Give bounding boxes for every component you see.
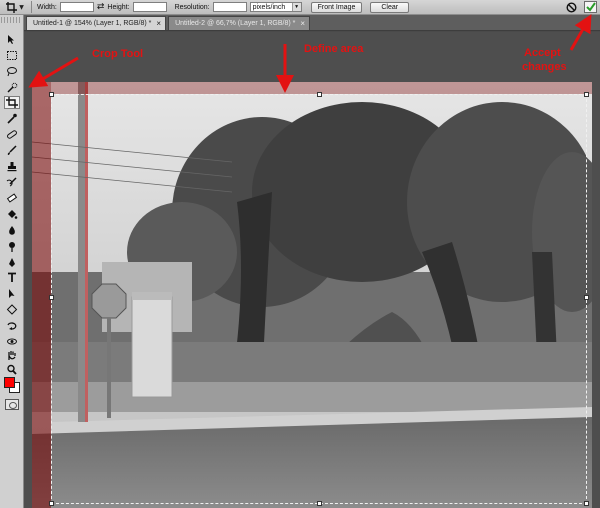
annotation-define-area: Define area xyxy=(304,43,364,55)
path-selection-tool[interactable] xyxy=(4,287,20,300)
commit-check-icon xyxy=(585,2,596,12)
crop-handle-bottom[interactable] xyxy=(317,501,322,506)
tool-preset-picker[interactable]: ▼ xyxy=(4,1,26,14)
chevron-down-icon: ▼ xyxy=(19,3,24,11)
drop-icon xyxy=(9,226,15,235)
resolution-unit-value: pixels/inch xyxy=(252,3,286,11)
resolution-field[interactable] xyxy=(212,2,247,12)
close-icon[interactable]: × xyxy=(156,19,161,28)
history-brush-icon xyxy=(6,177,17,187)
tab-untitled-2[interactable]: Untitled-2 @ 66,7% (Layer 1, RGB/8) * × xyxy=(168,16,311,30)
type-icon xyxy=(8,272,16,282)
cancel-crop-button[interactable] xyxy=(565,1,578,13)
hand-tool[interactable] xyxy=(4,349,20,362)
shape-icon xyxy=(6,304,18,315)
separator xyxy=(31,1,32,13)
resolution-label: Resolution: xyxy=(174,3,210,11)
crop-handle-top-right[interactable] xyxy=(584,92,589,97)
tab-label: Untitled-1 @ 154% (Layer 1, RGB/8) * xyxy=(33,20,152,27)
3d-orbit-icon xyxy=(7,338,17,345)
annotation-accept-line2: changes xyxy=(522,61,567,73)
marquee-tool[interactable] xyxy=(4,49,20,62)
hand-icon xyxy=(8,351,16,360)
brush-tool[interactable] xyxy=(4,144,20,157)
arrow-pointer-icon xyxy=(9,289,15,298)
move-icon xyxy=(8,35,14,44)
tab-untitled-1[interactable]: Untitled-1 @ 154% (Layer 1, RGB/8) * × xyxy=(26,16,167,30)
move-tool[interactable] xyxy=(4,33,20,46)
3d-orbit-tool[interactable] xyxy=(4,335,20,348)
shape-tool[interactable] xyxy=(4,303,20,316)
eraser-tool[interactable] xyxy=(4,192,20,205)
stamp-icon xyxy=(7,162,17,172)
eyedropper-tool[interactable] xyxy=(4,112,20,125)
crop-handle-top[interactable] xyxy=(317,92,322,97)
brush-icon xyxy=(7,145,17,155)
healing-brush-tool[interactable] xyxy=(4,128,20,141)
width-field[interactable] xyxy=(59,2,94,12)
front-image-button[interactable]: Front Image xyxy=(310,1,363,13)
clear-button[interactable]: Clear xyxy=(370,1,410,13)
height-field[interactable] xyxy=(132,2,167,12)
crop-handle-right[interactable] xyxy=(584,295,589,300)
annotation-crop-tool: Crop Tool xyxy=(92,48,144,60)
width-label: Width: xyxy=(37,3,57,11)
lasso-tool[interactable] xyxy=(4,65,20,78)
pen-tool[interactable] xyxy=(4,256,20,269)
pen-icon xyxy=(9,258,15,267)
foreground-color-swatch[interactable] xyxy=(4,377,15,388)
zoom-tool[interactable] xyxy=(4,363,20,376)
close-icon[interactable]: × xyxy=(300,19,305,28)
marquee-icon xyxy=(7,51,17,60)
swap-arrows-icon[interactable]: ⇄ xyxy=(97,2,105,12)
options-bar: ▼ Width: ⇄ Height: Resolution: pixels/in… xyxy=(0,0,600,15)
lasso-icon xyxy=(7,67,17,77)
quick-mask-button[interactable] xyxy=(5,399,19,410)
bandage-icon xyxy=(7,130,17,139)
crop-bounding-box[interactable] xyxy=(49,92,589,506)
crop-handle-left[interactable] xyxy=(49,295,54,300)
3d-rotate-icon xyxy=(7,322,17,330)
commit-crop-button[interactable] xyxy=(584,1,597,13)
magnifier-icon xyxy=(7,364,17,375)
3d-rotate-tool[interactable] xyxy=(4,319,20,332)
crop-icon xyxy=(6,1,18,13)
clone-stamp-tool[interactable] xyxy=(4,160,20,173)
annotation-accept-line1: Accept xyxy=(524,47,561,59)
eyedropper-icon xyxy=(7,113,17,124)
paint-bucket-icon xyxy=(8,210,18,219)
crop-icon xyxy=(6,97,18,108)
tab-label: Untitled-2 @ 66,7% (Layer 1, RGB/8) * xyxy=(175,20,296,27)
type-tool[interactable] xyxy=(4,271,20,284)
blur-tool[interactable] xyxy=(4,224,20,237)
dodge-icon xyxy=(9,242,15,252)
resolution-unit-select[interactable]: pixels/inch ▼ xyxy=(249,2,302,12)
crop-handle-top-left[interactable] xyxy=(49,92,54,97)
eraser-icon xyxy=(6,193,18,203)
crop-tool[interactable] xyxy=(4,96,20,109)
quick-selection-icon xyxy=(7,82,18,93)
dodge-tool[interactable] xyxy=(4,240,20,253)
canvas-area[interactable] xyxy=(24,32,600,508)
cancel-crop-icon xyxy=(566,1,577,13)
history-brush-tool[interactable] xyxy=(4,176,20,189)
crop-handle-bottom-right[interactable] xyxy=(584,501,589,506)
crop-handle-bottom-left[interactable] xyxy=(49,501,54,506)
quick-selection-tool[interactable] xyxy=(4,81,20,94)
document-tab-bar: Untitled-1 @ 154% (Layer 1, RGB/8) * × U… xyxy=(24,15,600,31)
paint-bucket-tool[interactable] xyxy=(4,208,20,221)
chevron-down-icon: ▼ xyxy=(291,3,301,11)
toolbox-grip[interactable] xyxy=(1,17,22,23)
height-label: Height: xyxy=(107,3,130,11)
toolbox xyxy=(0,15,24,508)
